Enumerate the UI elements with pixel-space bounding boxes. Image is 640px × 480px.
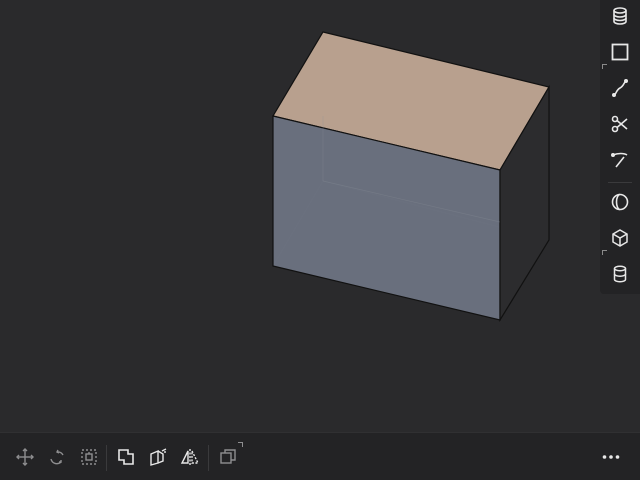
viewport-canvas[interactable] (0, 0, 640, 432)
pen-tool-button[interactable] (604, 144, 636, 176)
pen-curve-icon (610, 152, 628, 168)
more-options-button[interactable] (595, 441, 627, 473)
more-options-icon (602, 455, 620, 459)
spline-tool-button[interactable] (604, 72, 636, 104)
rotate-icon (50, 449, 64, 465)
spline-curve-icon (611, 78, 629, 98)
scale-icon (81, 449, 97, 465)
tool-group-marker (602, 250, 607, 255)
rectangle-tool-button[interactable] (604, 36, 636, 68)
mirror-button[interactable] (174, 441, 206, 473)
bottom-toolbar (0, 432, 640, 480)
layers-button[interactable] (604, 0, 636, 32)
move-button[interactable] (9, 441, 41, 473)
layers-stack-icon (613, 7, 627, 25)
cylinder-tool-button[interactable] (604, 258, 636, 290)
rotate-button[interactable] (41, 441, 73, 473)
duplicate-icon (220, 449, 236, 464)
tool-group-marker (602, 64, 607, 69)
rectangle-icon (611, 43, 629, 61)
ellipse-tool-button[interactable] (604, 186, 636, 218)
extrude-face-button[interactable] (142, 441, 174, 473)
toolbar-separator (106, 445, 107, 471)
extrude-face-icon (150, 448, 167, 466)
right-toolbar (600, 0, 640, 294)
toolbar-separator (608, 182, 632, 183)
tool-group-marker (238, 442, 243, 447)
boolean-union-icon (118, 449, 134, 465)
cylinder-icon (613, 265, 627, 283)
cube-tool-button[interactable] (604, 222, 636, 254)
boolean-union-button[interactable] (110, 441, 142, 473)
ellipse-icon (611, 193, 629, 211)
3d-viewport[interactable] (0, 0, 640, 432)
scissors-icon (611, 115, 628, 133)
toolbar-separator (208, 445, 209, 471)
scale-button[interactable] (73, 441, 105, 473)
cut-tool-button[interactable] (604, 108, 636, 140)
mirror-icon (180, 449, 200, 465)
move-icon (16, 448, 34, 466)
cube-icon (612, 229, 628, 247)
